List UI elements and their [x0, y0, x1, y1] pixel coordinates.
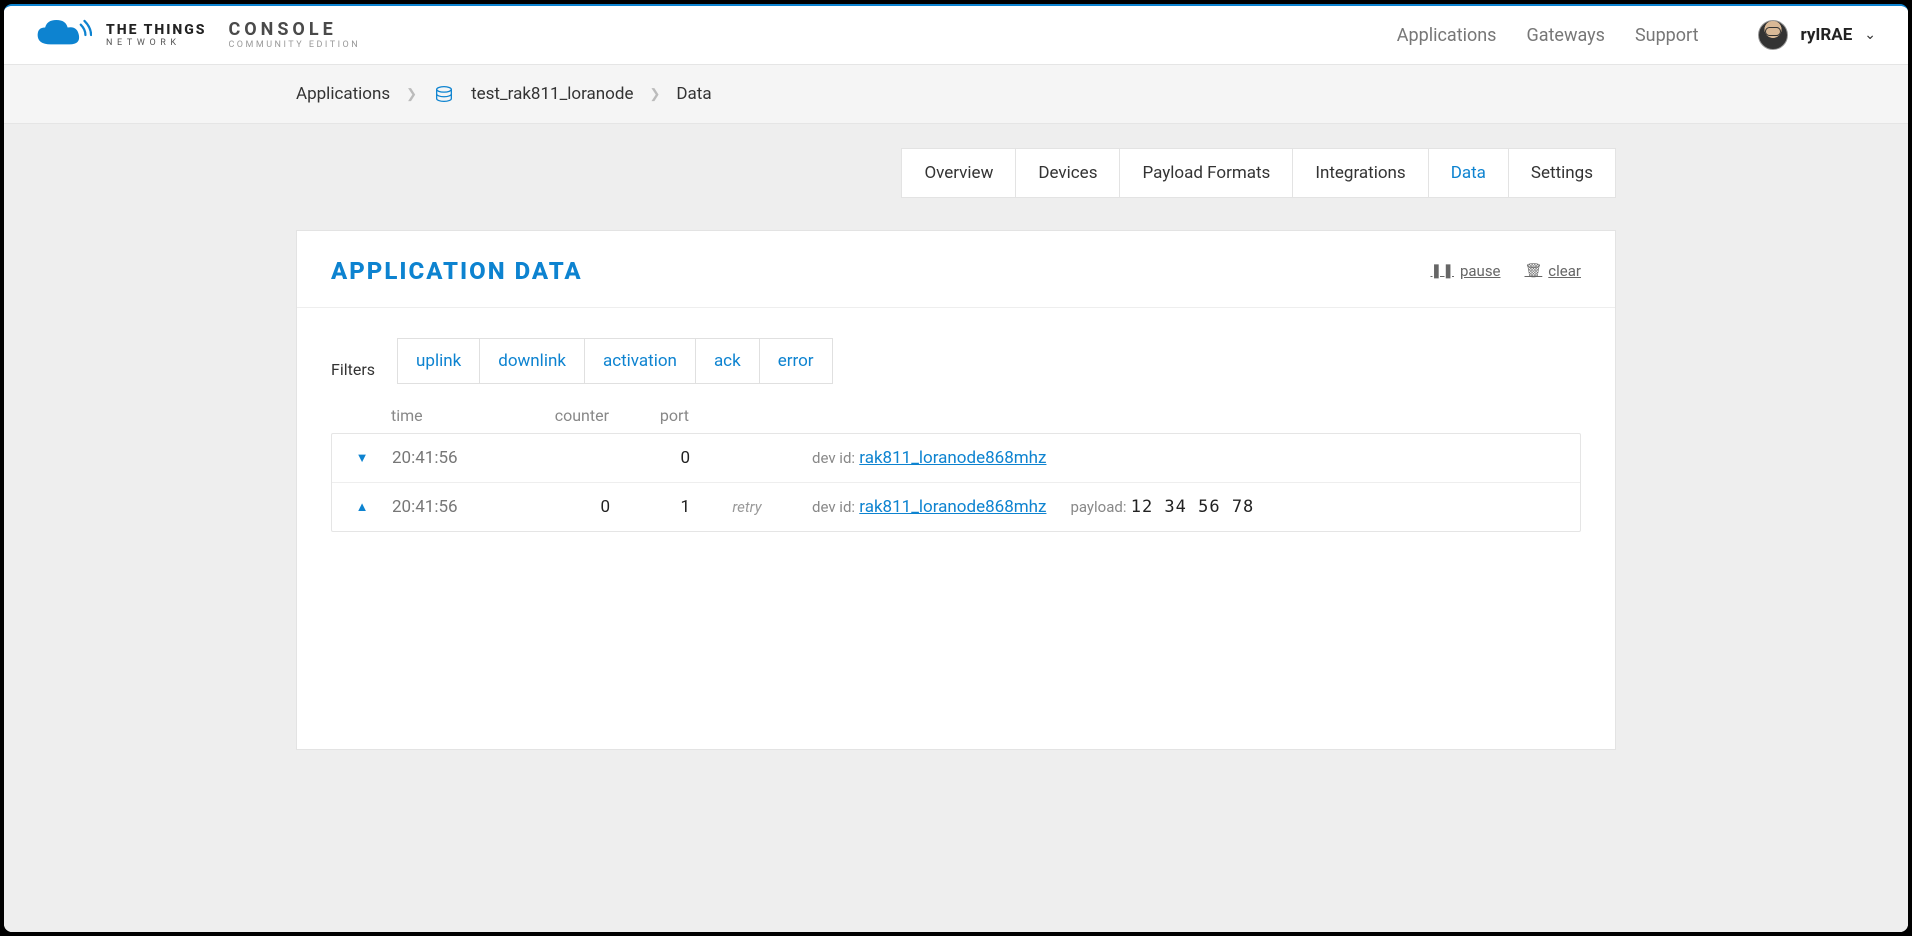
filter-chips: uplink downlink activation ack error [397, 338, 833, 384]
data-rows: ▼ 20:41:56 0 dev id: rak811_loranode868m… [331, 433, 1581, 532]
nav-applications[interactable]: Applications [1397, 25, 1497, 46]
tabs-wrap: Overview Devices Payload Formats Integra… [296, 124, 1616, 198]
panel-title: APPLICATION DATA [331, 257, 583, 285]
tab-integrations[interactable]: Integrations [1292, 148, 1428, 198]
data-panel: APPLICATION DATA ❚❚ pause 🗑 clear Filter… [296, 230, 1616, 750]
nav-gateways[interactable]: Gateways [1526, 25, 1604, 46]
tab-data[interactable]: Data [1428, 148, 1509, 198]
top-bar: THE THINGS NETWORK CONSOLE COMMUNITY EDI… [4, 6, 1908, 65]
breadcrumb-sep-icon: ❯ [406, 87, 417, 102]
brand-text: THE THINGS NETWORK [106, 23, 206, 48]
brand-line1: THE THINGS [106, 23, 206, 37]
col-counter: counter [511, 406, 621, 425]
username: ryIRAE [1800, 25, 1852, 45]
brand-console: CONSOLE COMMUNITY EDITION [228, 21, 360, 50]
filter-error[interactable]: error [759, 338, 833, 384]
table-row[interactable]: ▲ 20:41:56 0 1 retry dev id: rak811_lora… [332, 483, 1580, 531]
column-headers: time counter port [297, 392, 1615, 433]
user-menu[interactable]: ryIRAE ⌄ [1758, 20, 1876, 50]
trash-icon: 🗑 [1525, 263, 1543, 279]
breadcrumb-root[interactable]: Applications [296, 84, 390, 104]
payload-label: payload: [1070, 498, 1126, 516]
tab-settings[interactable]: Settings [1508, 148, 1616, 198]
breadcrumb-bar: Applications ❯ test_rak811_loranode ❯ Da… [4, 65, 1908, 124]
avatar-icon [1758, 20, 1788, 50]
filter-activation[interactable]: activation [584, 338, 696, 384]
col-time: time [391, 406, 511, 425]
tab-payload-formats[interactable]: Payload Formats [1119, 148, 1293, 198]
breadcrumb: Applications ❯ test_rak811_loranode ❯ Da… [296, 83, 1616, 105]
panel-actions: ❚❚ pause 🗑 clear [1431, 262, 1582, 280]
row-time: 20:41:56 [392, 448, 512, 468]
tab-overview[interactable]: Overview [901, 148, 1016, 198]
row-details: dev id: rak811_loranode868mhz payload: 1… [792, 497, 1580, 517]
app-window: THE THINGS NETWORK CONSOLE COMMUNITY EDI… [4, 4, 1908, 932]
row-counter: 0 [512, 497, 622, 517]
row-retry: retry [702, 498, 792, 516]
filter-downlink[interactable]: downlink [479, 338, 585, 384]
row-port: 0 [622, 448, 702, 468]
console-line2: COMMUNITY EDITION [228, 41, 360, 50]
application-icon [433, 83, 455, 105]
clear-button[interactable]: 🗑 clear [1525, 262, 1581, 280]
row-time: 20:41:56 [392, 497, 512, 517]
col-port: port [621, 406, 701, 425]
pause-icon: ❚❚ [1431, 263, 1454, 279]
table-row[interactable]: ▼ 20:41:56 0 dev id: rak811_loranode868m… [332, 434, 1580, 483]
breadcrumb-app[interactable]: test_rak811_loranode [471, 84, 633, 104]
devid-label: dev id: [812, 449, 855, 467]
row-details: dev id: rak811_loranode868mhz [792, 448, 1580, 468]
uplink-arrow-icon: ▲ [332, 499, 392, 515]
dev-id-link[interactable]: rak811_loranode868mhz [859, 448, 1046, 468]
filters-label: Filters [331, 360, 375, 379]
console-line1: CONSOLE [228, 21, 360, 39]
payload-value: 12 34 56 78 [1131, 497, 1255, 517]
devid-label: dev id: [812, 498, 855, 516]
panel-header: APPLICATION DATA ❚❚ pause 🗑 clear [297, 231, 1615, 308]
brand-line2: NETWORK [106, 39, 206, 48]
main-area: Overview Devices Payload Formats Integra… [4, 124, 1908, 932]
pause-label: pause [1460, 262, 1501, 280]
tabs: Overview Devices Payload Formats Integra… [902, 148, 1616, 198]
chevron-down-icon: ⌄ [1864, 27, 1876, 43]
pause-button[interactable]: ❚❚ pause [1431, 262, 1501, 280]
nav-support[interactable]: Support [1635, 25, 1699, 46]
filters-row: Filters uplink downlink activation ack e… [297, 308, 1615, 392]
brand: THE THINGS NETWORK CONSOLE COMMUNITY EDI… [32, 16, 360, 54]
downlink-arrow-icon: ▼ [332, 450, 392, 466]
cloud-logo-icon [32, 16, 92, 54]
row-port: 1 [622, 497, 702, 517]
breadcrumb-sep-icon: ❯ [649, 87, 660, 102]
tab-devices[interactable]: Devices [1015, 148, 1120, 198]
clear-label: clear [1548, 262, 1581, 280]
filter-uplink[interactable]: uplink [397, 338, 480, 384]
top-nav: Applications Gateways Support ryIRAE ⌄ [1397, 20, 1876, 50]
dev-id-link[interactable]: rak811_loranode868mhz [859, 497, 1046, 517]
filter-ack[interactable]: ack [695, 338, 760, 384]
breadcrumb-leaf: Data [676, 84, 711, 104]
